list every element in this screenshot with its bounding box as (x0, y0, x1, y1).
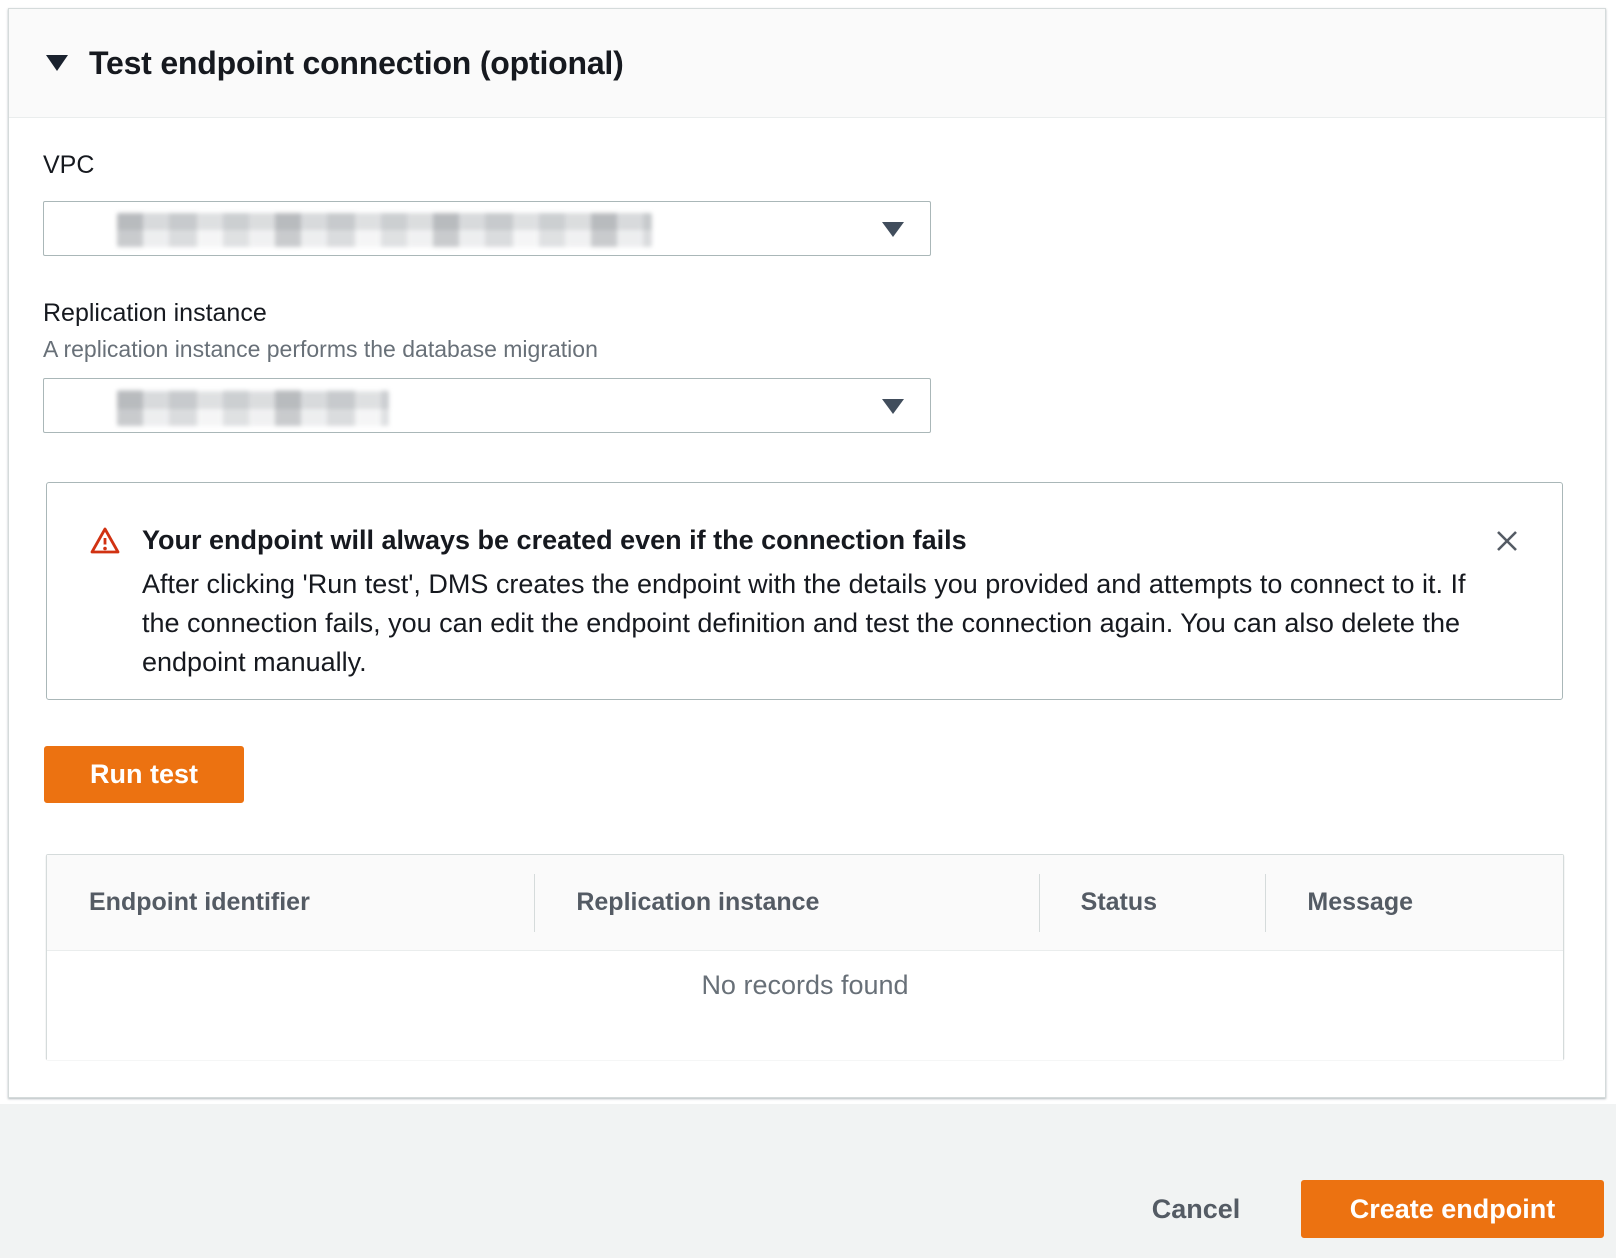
close-icon (1492, 526, 1522, 556)
vpc-label: VPC (43, 151, 94, 180)
test-connection-panel: Test endpoint connection (optional) VPC … (8, 8, 1606, 1098)
triangle-down-icon (46, 55, 68, 71)
dismiss-warning-button[interactable] (1485, 519, 1529, 563)
column-header-endpoint-identifier: Endpoint identifier (47, 855, 534, 950)
vpc-select[interactable] (43, 201, 931, 256)
replication-instance-select[interactable] (43, 378, 931, 433)
panel-title: Test endpoint connection (optional) (89, 45, 624, 82)
replication-instance-label: Replication instance (43, 299, 267, 328)
warning-triangle-icon (89, 525, 121, 557)
column-header-status: Status (1039, 855, 1266, 950)
no-records-message: No records found (701, 970, 908, 1001)
replication-redacted-value (117, 390, 389, 426)
warning-body: After clicking 'Run test', DMS creates t… (142, 565, 1467, 682)
create-endpoint-button[interactable]: Create endpoint (1301, 1180, 1604, 1238)
test-results-table: Endpoint identifier Replication instance… (46, 854, 1564, 1059)
vpc-redacted-value (117, 213, 652, 247)
panel-collapse-header[interactable]: Test endpoint connection (optional) (9, 9, 1605, 118)
cancel-button[interactable]: Cancel (1108, 1180, 1284, 1238)
footer-action-bar: Cancel Create endpoint (0, 1104, 1616, 1258)
table-header-row: Endpoint identifier Replication instance… (47, 855, 1563, 951)
dropdown-arrow-icon (882, 399, 904, 414)
column-header-message: Message (1265, 855, 1563, 950)
test-endpoint-connection-page: Test endpoint connection (optional) VPC … (0, 0, 1616, 1258)
table-empty-body: No records found (47, 952, 1563, 1060)
dropdown-arrow-icon (882, 222, 904, 237)
warning-title: Your endpoint will always be created eve… (142, 525, 967, 556)
column-header-replication-instance: Replication instance (534, 855, 1038, 950)
run-test-button[interactable]: Run test (44, 746, 244, 803)
replication-instance-description: A replication instance performs the data… (43, 336, 598, 363)
warning-alert: Your endpoint will always be created eve… (46, 482, 1563, 700)
